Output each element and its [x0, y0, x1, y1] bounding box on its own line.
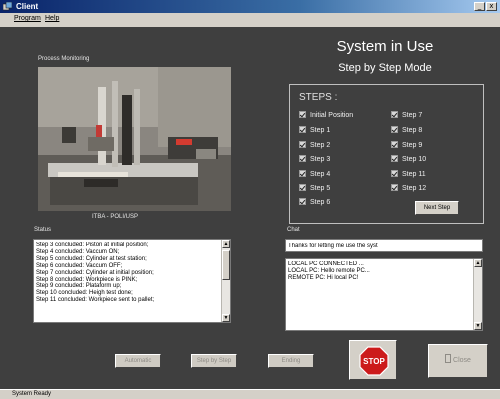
menu-bar: Program Help [0, 13, 500, 27]
stop-button[interactable]: STOP [349, 340, 397, 380]
scroll-up-icon[interactable]: ▲ [474, 259, 482, 267]
checkbox-icon [299, 170, 306, 177]
checkbox-icon [391, 141, 398, 148]
camera-caption: ITBA - POLI/USP [92, 214, 139, 220]
checkbox-icon [299, 111, 306, 118]
step-5[interactable]: Step 5 [299, 184, 330, 193]
scroll-down-icon[interactable]: ▼ [474, 322, 482, 330]
checkbox-icon [391, 126, 398, 133]
camera-feed [38, 67, 231, 211]
close-button[interactable]: Close [428, 344, 488, 378]
menu-program[interactable]: Program [14, 15, 41, 22]
status-scrollbar[interactable]: ▲ ▼ [221, 240, 230, 322]
close-window-button[interactable]: x [486, 2, 497, 11]
step-2[interactable]: Step 2 [299, 141, 330, 150]
chat-input[interactable] [285, 239, 483, 252]
step-3[interactable]: Step 3 [299, 155, 330, 164]
step-1[interactable]: Step 1 [299, 126, 330, 135]
checkbox-icon [391, 111, 398, 118]
chat-log[interactable]: LOCAL PC CONNECTED ... LOCAL PC: Hello re… [285, 258, 483, 331]
process-monitoring-label: Process Monitoring [38, 56, 90, 62]
checkbox-icon [391, 170, 398, 177]
door-icon [445, 354, 452, 363]
step-8[interactable]: Step 8 [391, 126, 422, 135]
status-log-line: Step 9 concluded: Plataform up; [36, 283, 122, 290]
scroll-down-icon[interactable]: ▼ [222, 314, 230, 322]
checkbox-icon [299, 155, 306, 162]
mode-subtitle: Step by Step Mode [338, 62, 432, 74]
scroll-up-icon[interactable]: ▲ [222, 240, 230, 248]
checkbox-icon [299, 184, 306, 191]
chat-scrollbar[interactable]: ▲ ▼ [473, 259, 482, 330]
step-4[interactable]: Step 4 [299, 170, 330, 179]
minimize-button[interactable]: _ [474, 2, 485, 11]
step-by-step-button[interactable]: Step by Step [191, 354, 237, 368]
step-initial-position[interactable]: Initial Position [299, 111, 353, 120]
status-log-line: Step 4 concluded: Vaccum ON; [36, 248, 120, 255]
status-label: Status [34, 227, 52, 233]
status-log-line: Step 6 concluded: Vaccum OFF; [36, 262, 123, 269]
ending-button[interactable]: Ending [268, 354, 314, 368]
status-log[interactable]: Step 3 concluded: Piston at initial posi… [33, 239, 231, 323]
status-log-line: Step 5 concluded: Cylinder at test stati… [36, 255, 147, 262]
system-status-title: System in Use [336, 38, 434, 55]
status-log-line: Step 7 concluded: Cylinder at initial po… [36, 269, 154, 276]
checkbox-icon [391, 155, 398, 162]
status-bar-text: System Ready [12, 391, 52, 397]
step-7[interactable]: Step 7 [391, 111, 422, 120]
checkbox-icon [391, 184, 398, 191]
title-bar: Client _ x [0, 0, 500, 13]
step-11[interactable]: Step 11 [391, 170, 426, 179]
status-log-line: Step 8 concluded: Workpiece is PINK; [36, 276, 138, 283]
checkbox-icon [299, 141, 306, 148]
chat-log-line: LOCAL PC: Hello remote PC... [288, 267, 370, 274]
status-log-lines: Step 3 concluded: Piston at initial posi… [36, 242, 220, 304]
steps-title: STEPS : [299, 92, 338, 103]
step-12[interactable]: Step 12 [391, 184, 426, 193]
step-10[interactable]: Step 10 [391, 155, 426, 164]
checkbox-icon [299, 126, 306, 133]
app-icon [3, 2, 12, 11]
next-step-button[interactable]: Next Step [415, 201, 459, 215]
step-9[interactable]: Step 9 [391, 141, 422, 150]
checkbox-icon [299, 198, 306, 205]
status-bar: System Ready [0, 389, 500, 399]
chat-log-line: LOCAL PC CONNECTED ... [288, 261, 364, 267]
camera-image [38, 67, 231, 211]
stop-label: STOP [363, 357, 385, 366]
chat-log-line: REMOTE PC: Hi local PC! [288, 274, 359, 281]
chat-label: Chat [287, 227, 300, 233]
chat-log-lines: LOCAL PC CONNECTED ... LOCAL PC: Hello re… [288, 261, 472, 282]
status-log-line: Step 10 concluded: Heigh test done; [36, 290, 133, 297]
status-log-line: Step 3 concluded: Piston at initial posi… [36, 242, 149, 248]
stop-sign-icon: STOP [359, 346, 389, 376]
step-6[interactable]: Step 6 [299, 198, 330, 207]
status-log-line: Step 11 concluded: Workpiece sent to pal… [36, 297, 155, 304]
window-title: Client [16, 2, 39, 11]
scroll-thumb[interactable] [222, 250, 230, 280]
automatic-button[interactable]: Automatic [115, 354, 161, 368]
menu-help[interactable]: Help [45, 15, 59, 22]
